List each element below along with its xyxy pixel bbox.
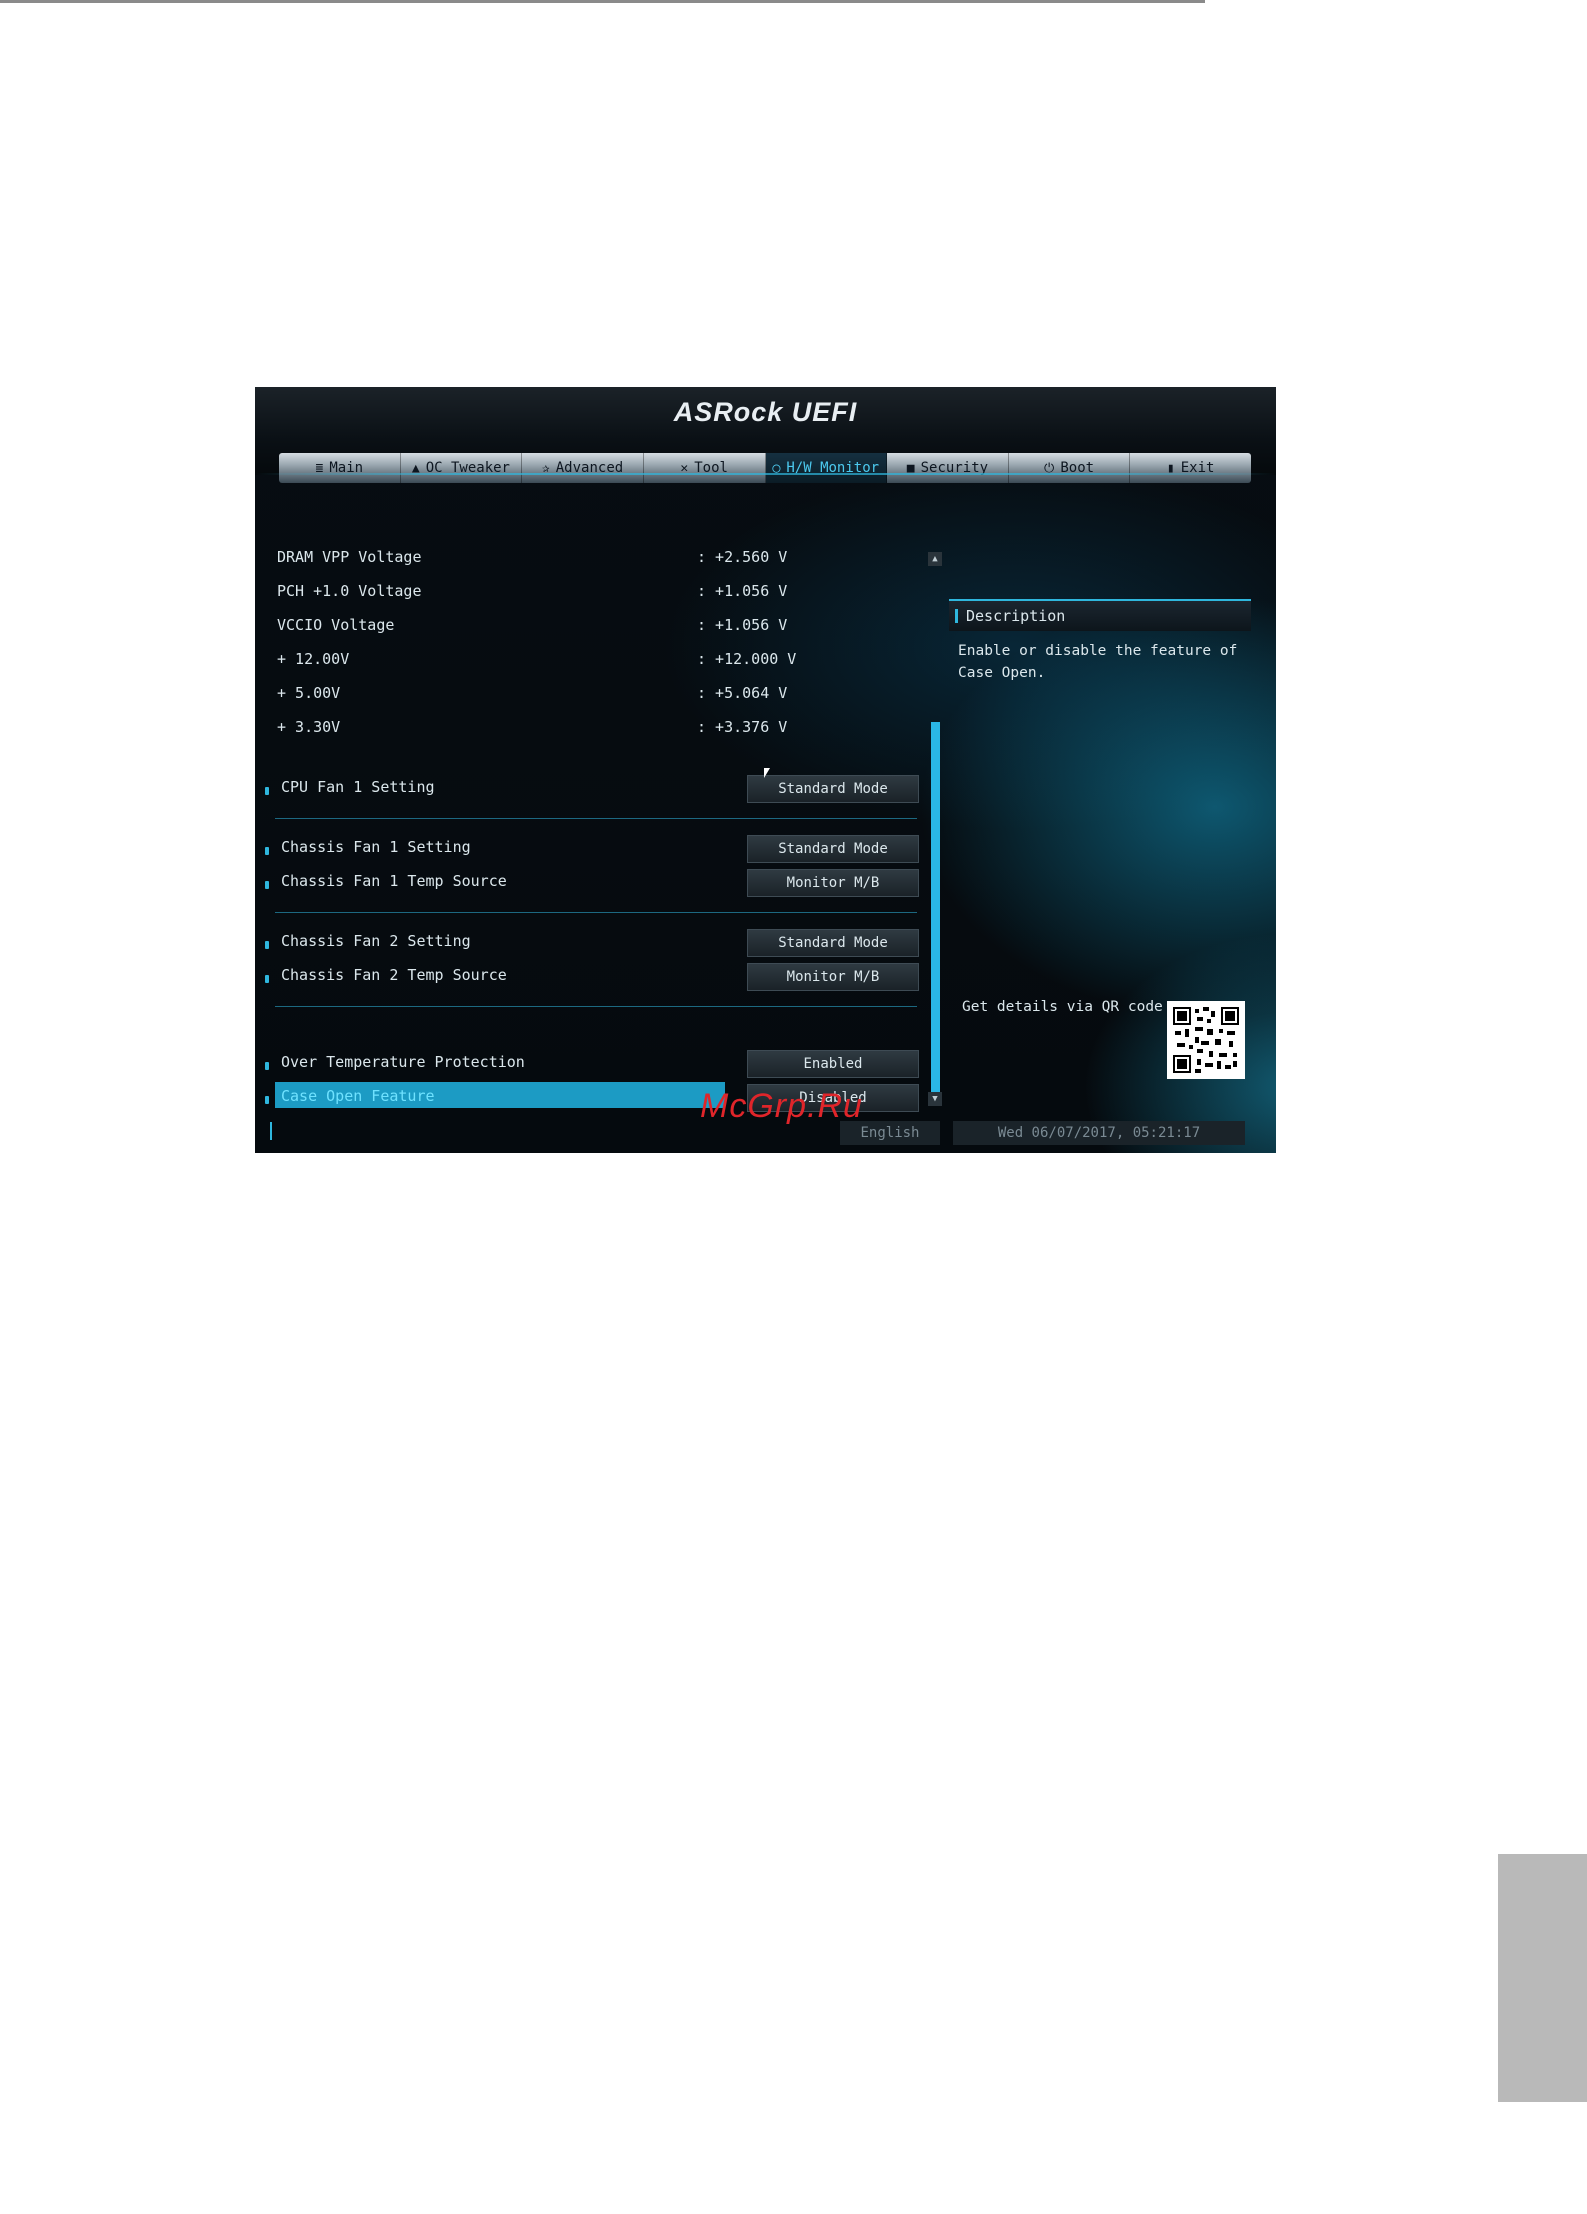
star-icon: ✰	[541, 460, 550, 476]
setting-bullet	[265, 847, 269, 855]
mouse-cursor-icon	[764, 768, 770, 778]
flame-icon: ▲	[411, 460, 420, 476]
voltage-value: : +3.376 V	[697, 718, 788, 736]
tab-main[interactable]: ≣ Main	[279, 453, 401, 483]
section-divider	[275, 912, 917, 913]
uefi-header: ASRock UEFI ≣ Main ▲ OC Tweaker ✰ Advanc…	[255, 387, 1276, 483]
tab-label: Boot	[1060, 460, 1095, 476]
setting-label-over-temp-protection[interactable]: Over Temperature Protection	[281, 1053, 525, 1071]
setting-label-cpu-fan-1[interactable]: CPU Fan 1 Setting	[281, 778, 435, 796]
setting-bullet	[265, 1062, 269, 1070]
setting-value-chassis-fan-1-temp[interactable]: Monitor M/B	[747, 869, 919, 897]
setting-label-chassis-fan-2-temp[interactable]: Chassis Fan 2 Temp Source	[281, 966, 507, 984]
voltage-value: : +1.056 V	[697, 616, 788, 634]
tab-boot[interactable]: ⏻ Boot	[1009, 453, 1131, 483]
setting-value-over-temp-protection[interactable]: Enabled	[747, 1050, 919, 1078]
setting-label-chassis-fan-2[interactable]: Chassis Fan 2 Setting	[281, 932, 471, 950]
description-marker	[955, 609, 958, 623]
page-top-rule	[0, 0, 1205, 3]
setting-value-cpu-fan-1[interactable]: Standard Mode	[747, 775, 919, 803]
voltage-label: PCH +1.0 Voltage	[277, 582, 422, 600]
tab-tool[interactable]: ✕ Tool	[644, 453, 766, 483]
setting-bullet	[265, 787, 269, 795]
voltage-label: VCCIO Voltage	[277, 616, 395, 634]
tab-hw-monitor[interactable]: ◯ H/W Monitor	[765, 453, 888, 483]
tab-bar: ≣ Main ▲ OC Tweaker ✰ Advanced ✕ Tool ◯ …	[279, 453, 1251, 483]
uefi-screen: ASRock UEFI ≣ Main ▲ OC Tweaker ✰ Advanc…	[255, 387, 1276, 1153]
qr-code-icon	[1167, 1001, 1245, 1079]
tab-label: Exit	[1180, 460, 1215, 476]
datetime-display: Wed 06/07/2017, 05:21:17	[953, 1121, 1245, 1145]
setting-bullet	[265, 941, 269, 949]
watermark: McGrp.Ru	[700, 1087, 863, 1125]
voltage-value: : +2.560 V	[697, 548, 788, 566]
setting-label-chassis-fan-1-temp[interactable]: Chassis Fan 1 Temp Source	[281, 872, 507, 890]
voltage-value: : +1.056 V	[697, 582, 788, 600]
setting-bullet	[265, 881, 269, 889]
description-text: Enable or disable the feature of Case Op…	[958, 643, 1238, 681]
setting-bullet	[265, 1096, 269, 1104]
tab-label: Main	[329, 460, 364, 476]
tab-advanced[interactable]: ✰ Advanced	[522, 453, 644, 483]
tab-label: OC Tweaker	[425, 460, 510, 476]
setting-value-chassis-fan-2-temp[interactable]: Monitor M/B	[747, 963, 919, 991]
tab-exit[interactable]: ▮ Exit	[1130, 453, 1251, 483]
page-side-tab	[1498, 1854, 1587, 2102]
section-divider	[275, 818, 917, 819]
power-icon: ⏻	[1044, 460, 1055, 476]
setting-bullet	[265, 975, 269, 983]
scroll-down-icon[interactable]: ▼	[928, 1092, 942, 1106]
voltage-label: + 3.30V	[277, 718, 341, 736]
setting-label-chassis-fan-1[interactable]: Chassis Fan 1 Setting	[281, 838, 471, 856]
exit-icon: ▮	[1166, 460, 1175, 476]
tab-label: Security	[920, 460, 989, 476]
menu-icon: ≣	[315, 460, 324, 476]
footer-marker	[270, 1122, 272, 1140]
setting-label-case-open[interactable]: Case Open Feature	[281, 1087, 435, 1105]
setting-value-chassis-fan-2[interactable]: Standard Mode	[747, 929, 919, 957]
description-title: Description	[966, 607, 1066, 625]
description-header: Description	[949, 599, 1251, 631]
scroll-up-icon[interactable]: ▲	[928, 552, 942, 566]
section-divider	[275, 1006, 917, 1007]
tab-oc-tweaker[interactable]: ▲ OC Tweaker	[401, 453, 523, 483]
brand-logo: ASRock UEFI	[673, 397, 858, 427]
tab-label: H/W Monitor	[786, 460, 880, 476]
monitor-circle-icon: ◯	[772, 460, 781, 476]
voltage-value: : +5.064 V	[697, 684, 788, 702]
tab-label: Tool	[694, 460, 728, 476]
qr-label: Get details via QR code	[962, 999, 1163, 1015]
shield-icon: ■	[906, 460, 915, 476]
voltage-label: + 12.00V	[277, 650, 350, 668]
tab-security[interactable]: ■ Security	[887, 453, 1009, 483]
scrollbar-thumb[interactable]	[931, 722, 940, 1094]
setting-value-chassis-fan-1[interactable]: Standard Mode	[747, 835, 919, 863]
tool-icon: ✕	[680, 460, 689, 476]
voltage-label: DRAM VPP Voltage	[277, 548, 422, 566]
voltage-value: : +12.000 V	[697, 650, 797, 668]
voltage-label: + 5.00V	[277, 684, 341, 702]
tab-label: Advanced	[555, 460, 624, 476]
